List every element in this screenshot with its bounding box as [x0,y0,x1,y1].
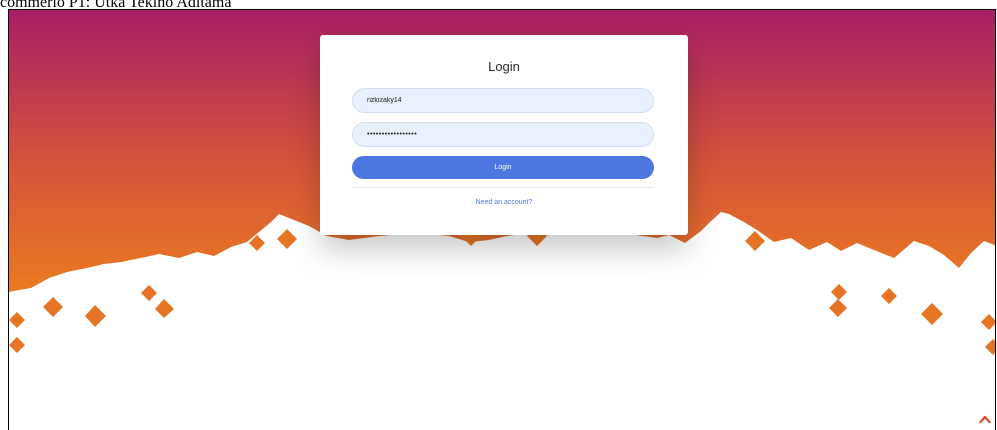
login-title: Login [488,59,520,74]
username-input[interactable] [352,88,654,113]
password-input[interactable] [352,122,654,147]
login-card: Login Login Need an account? [320,35,688,235]
login-button[interactable]: Login [352,156,654,179]
card-divider [352,187,654,188]
need-account-link[interactable]: Need an account? [320,199,688,206]
browser-viewport: Login Login Need an account? [8,9,996,430]
chevron-up-icon[interactable] [979,414,991,424]
